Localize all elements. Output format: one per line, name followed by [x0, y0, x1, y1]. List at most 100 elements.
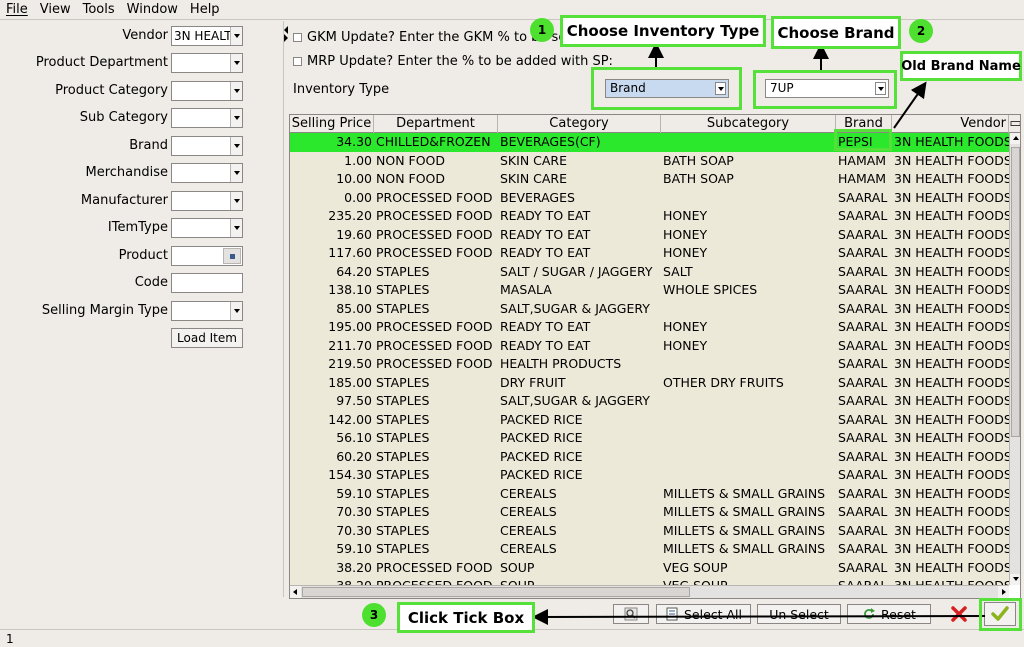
cell-category: SOUP — [498, 577, 661, 585]
cell-vendor: 3N HEALTH FOODS — [894, 467, 1009, 482]
product-category-combo[interactable] — [171, 81, 243, 101]
cell-brand: SAARAL — [838, 485, 888, 501]
cell-selling-price: 10.00 — [336, 171, 372, 186]
cell-category: SKIN CARE — [500, 152, 568, 168]
unselect-button[interactable]: Un Select — [757, 604, 841, 624]
vendor-label: Vendor — [122, 28, 168, 43]
table-row[interactable]: 97.50 STAPLES SALT,SUGAR & JAGGERY SAARAL 3N… — [290, 392, 1009, 411]
chevron-down-icon[interactable] — [230, 109, 242, 127]
table-row[interactable]: 59.10 STAPLES CEREALS MILLETS & SMALL GRAIN… — [290, 540, 1009, 559]
scroll-thumb[interactable] — [1011, 147, 1020, 437]
chevron-down-icon[interactable] — [230, 302, 242, 320]
select-all-button[interactable]: Select All — [656, 604, 751, 624]
merchandise-combo[interactable] — [171, 163, 243, 183]
horizontal-scrollbar[interactable] — [290, 585, 1009, 598]
inventory-type-label: Inventory Type — [293, 82, 390, 97]
cell-subcategory: HONEY — [663, 337, 708, 353]
product-category-row: Product Category — [0, 81, 284, 101]
load-item-button[interactable]: Load Item — [171, 328, 243, 348]
table-row[interactable]: 154.30 STAPLES PACKED RICE SAARAL 3N HEALTH … — [290, 466, 1009, 485]
table-row[interactable]: 34.30 CHILLED&FROZEN BEVERAGES(CF) PEPSI 3N … — [290, 133, 1009, 152]
cell-department: PROCESSED FOOD — [376, 319, 493, 334]
selling-margin-type-combo[interactable] — [171, 301, 243, 321]
chevron-down-icon[interactable] — [230, 192, 242, 210]
cancel-button[interactable] — [942, 604, 976, 624]
table-row[interactable]: 19.60 PROCESSED FOOD READY TO EAT HONEY SAAR… — [290, 226, 1009, 245]
chevron-down-icon[interactable] — [230, 27, 242, 45]
menu-view[interactable]: View — [34, 0, 77, 20]
cell-selling-price: 70.30 — [336, 504, 372, 519]
table-row[interactable]: 138.10 STAPLES MASALA WHOLE SPICES SAARAL 3N … — [290, 281, 1009, 300]
table-row[interactable]: 1.00 NON FOOD SKIN CARE BATH SOAP HAMAM 3N HE… — [290, 152, 1009, 171]
code-input[interactable] — [171, 273, 243, 293]
cell-category: SOUP — [500, 559, 535, 575]
chevron-down-icon[interactable] — [230, 219, 242, 237]
table-row[interactable]: 85.00 STAPLES SALT,SUGAR & JAGGERY SAARAL 3N… — [290, 300, 1009, 319]
table-row[interactable]: 219.50 PROCESSED FOOD HEALTH PRODUCTS SAARA… — [290, 355, 1009, 374]
cell-selling-price: 97.50 — [336, 393, 372, 408]
menu-window[interactable]: Window — [121, 0, 184, 20]
chevron-down-icon[interactable] — [230, 137, 242, 155]
chevron-down-icon[interactable] — [230, 54, 242, 72]
table-row[interactable]: 70.30 STAPLES CEREALS MILLETS & SMALL GRAIN… — [290, 522, 1009, 541]
cell-subcategory — [661, 355, 836, 374]
item-type-combo[interactable] — [171, 218, 243, 238]
table-row[interactable]: 10.00 NON FOOD SKIN CARE BATH SOAP HAMAM 3N H… — [290, 170, 1009, 189]
reset-button[interactable]: Reset — [847, 604, 931, 624]
product-department-combo[interactable] — [171, 53, 243, 73]
table-row[interactable]: 59.10 STAPLES CEREALS MILLETS & SMALL GRAIN… — [290, 485, 1009, 504]
table-row[interactable]: 56.10 STAPLES PACKED RICE SAARAL 3N HEALTH F… — [290, 429, 1009, 448]
cell-department: PROCESSED FOOD — [376, 337, 493, 353]
chevron-down-icon[interactable] — [230, 164, 242, 182]
menu-file[interactable]: File — [0, 0, 34, 20]
product-picker[interactable] — [171, 246, 243, 266]
scroll-down-icon[interactable] — [1010, 574, 1020, 585]
table-row[interactable]: 38.20PROCESSED FOODSOUPVEG SOUPSAARAL3N … — [290, 559, 1009, 578]
table-row[interactable]: 195.00 PROCESSED FOOD READY TO EAT HONEY SAA… — [290, 318, 1009, 337]
cell-subcategory: HONEY — [663, 208, 708, 223]
table-row[interactable]: 64.20 STAPLES SALT / SUGAR / JAGGERY SALT SA… — [290, 263, 1009, 282]
column-vendor[interactable]: Vendor — [892, 115, 1009, 133]
chevron-down-icon[interactable] — [230, 82, 242, 100]
browse-icon[interactable] — [223, 248, 241, 264]
column-selling-price[interactable]: Selling Price — [290, 115, 374, 133]
table-row[interactable]: 185.00 STAPLES DRY FRUIT OTHER DRY FRUITS SA… — [290, 374, 1009, 393]
table-row[interactable]: 38.20PROCESSED FOODSOUPVEG SOUPSAARAL3N … — [290, 577, 1009, 585]
table-row[interactable]: 117.60 PROCESSED FOOD READY TO EAT HONEY SAA… — [290, 244, 1009, 263]
scroll-thumb[interactable] — [302, 587, 690, 597]
column-department[interactable]: Department — [374, 115, 498, 133]
column-category[interactable]: Category — [498, 115, 661, 133]
brand-filter-combo[interactable] — [171, 136, 243, 156]
sub-category-combo[interactable] — [171, 108, 243, 128]
scroll-left-icon[interactable] — [290, 586, 301, 598]
cell-category: PACKED RICE — [500, 430, 583, 445]
vertical-scrollbar[interactable] — [1009, 133, 1020, 585]
mrp-update-option[interactable]: MRP Update? Enter the % to be added with… — [293, 52, 613, 70]
table-row[interactable]: 211.70 PROCESSED FOOD READY TO EAT HONEY SAA… — [290, 337, 1009, 356]
panel-splitter[interactable] — [284, 26, 290, 42]
menu-tools[interactable]: Tools — [77, 0, 121, 20]
product-row: Product — [0, 246, 284, 266]
scroll-up-icon[interactable] — [1010, 133, 1020, 144]
cell-subcategory — [661, 189, 836, 208]
table-row[interactable]: 0.00 PROCESSED FOOD BEVERAGES SAARAL 3N HEAL… — [290, 189, 1009, 208]
column-subcategory[interactable]: Subcategory — [661, 115, 836, 133]
table-row[interactable]: 70.30 STAPLES CEREALS MILLETS & SMALL GRAIN… — [290, 503, 1009, 522]
column-chooser-icon[interactable]: ▭ — [1009, 115, 1020, 133]
menu-help[interactable]: Help — [184, 0, 226, 20]
table-row[interactable]: 142.00 STAPLES PACKED RICE SAARAL 3N HEALTH … — [290, 411, 1009, 430]
table-row[interactable]: 60.20 STAPLES PACKED RICE SAARAL 3N HEALTH F… — [290, 448, 1009, 467]
mrp-update-checkbox[interactable] — [293, 56, 302, 66]
gkm-update-checkbox[interactable] — [293, 32, 302, 42]
vendor-combo[interactable]: 3N HEALTH — [171, 26, 243, 46]
product-department-row: Product Department — [0, 53, 284, 73]
cell-department: PROCESSED FOOD — [376, 226, 493, 242]
cell-subcategory: OTHER DRY FRUITS — [663, 374, 784, 390]
table-row[interactable]: 235.20 PROCESSED FOOD READY TO EAT HONEY SAA… — [290, 207, 1009, 226]
cell-brand: SAARAL — [838, 263, 888, 279]
scroll-right-icon[interactable] — [998, 586, 1009, 598]
cell-category: SALT / SUGAR / JAGGERY — [500, 263, 653, 279]
manufacturer-combo[interactable] — [171, 191, 243, 211]
preview-button[interactable] — [613, 604, 649, 624]
cell-brand: SAARAL — [838, 189, 888, 205]
